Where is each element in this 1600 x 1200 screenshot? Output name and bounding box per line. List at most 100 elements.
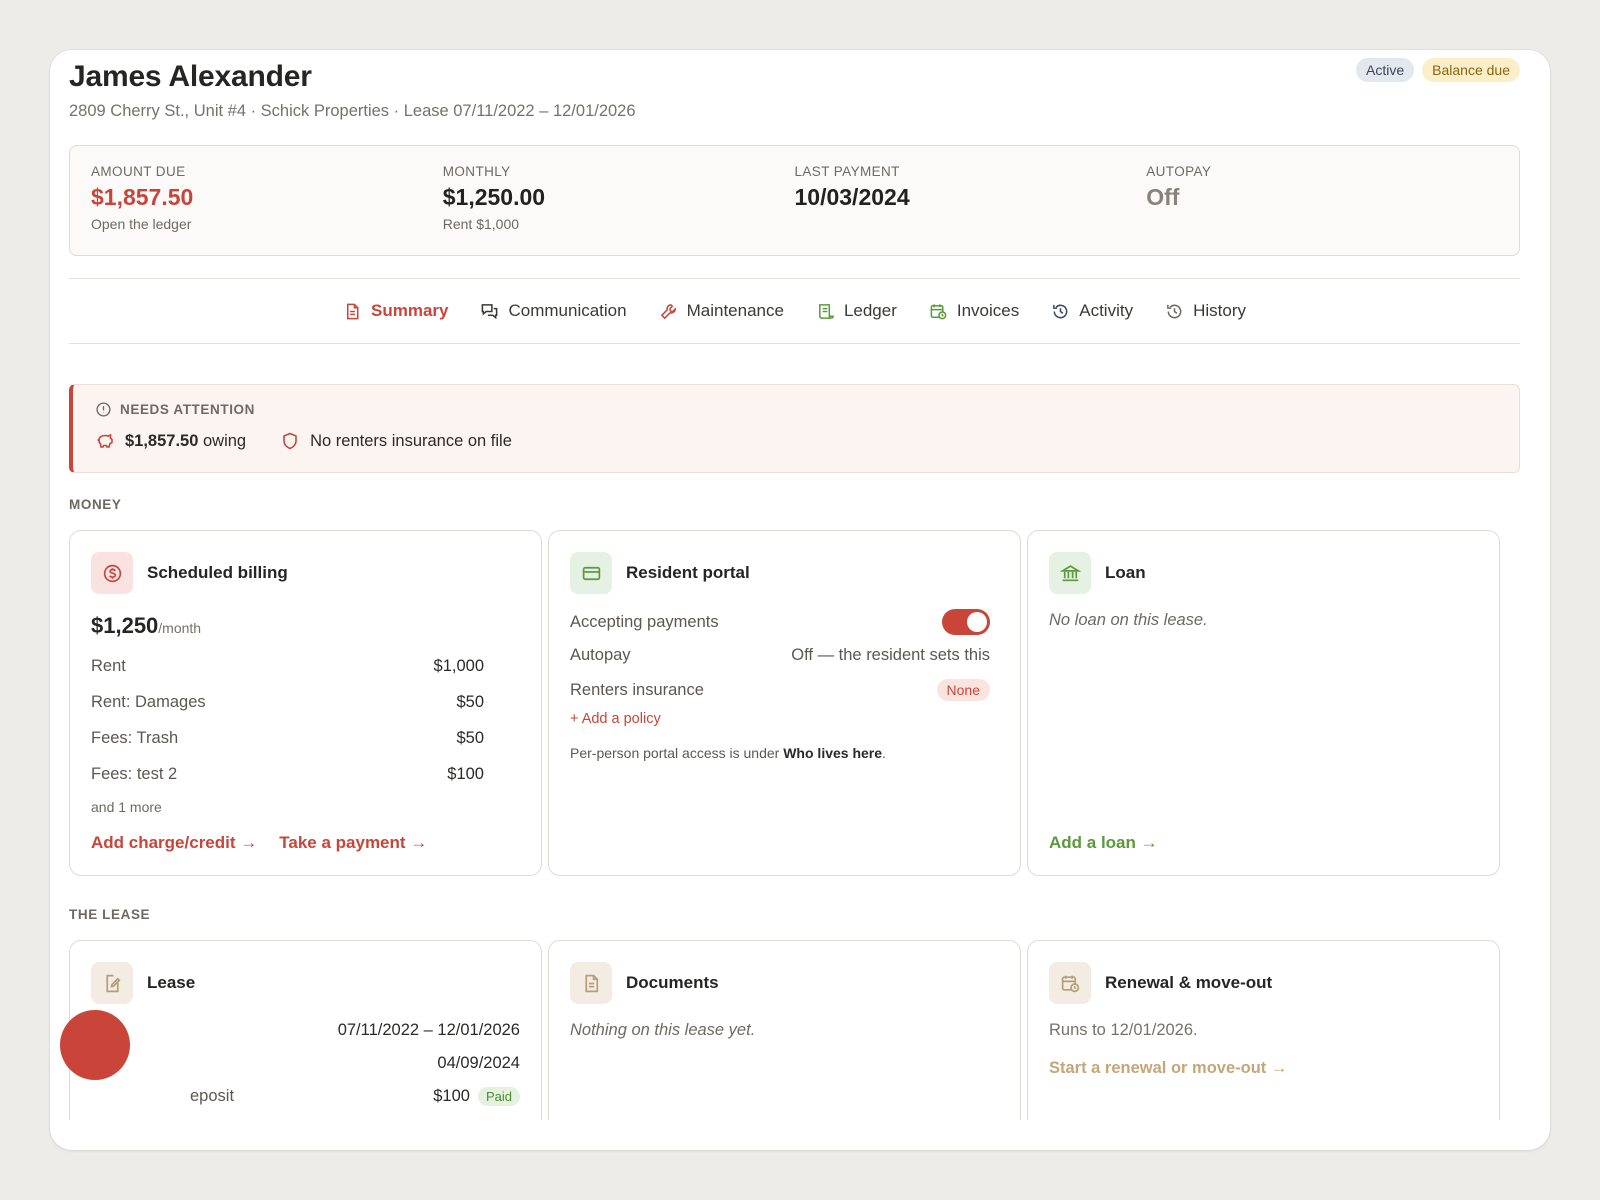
stat-label: MONTHLY xyxy=(442,164,511,179)
stat-amount-due[interactable]: AMOUNT DUE $1,857.50 Open the ledger xyxy=(91,164,443,255)
card-title: Resident portal xyxy=(626,563,750,582)
credit-card-icon xyxy=(570,552,612,594)
tab-communication[interactable]: Communication xyxy=(480,301,627,321)
card-title: Loan xyxy=(1105,563,1146,582)
line-label: Rent: Damages xyxy=(91,693,206,711)
tab-label: Summary xyxy=(371,301,449,320)
chat-icon xyxy=(482,303,498,319)
tab-maintenance[interactable]: Maintenance xyxy=(659,301,784,321)
add-loan-link[interactable]: Add a loan → xyxy=(1049,833,1158,853)
document-icon xyxy=(346,303,359,319)
card-header: Documents xyxy=(570,962,719,1004)
owing-suffix: owing xyxy=(203,431,247,450)
documents-empty-text: Nothing on this lease yet. xyxy=(570,1021,756,1039)
take-payment-link[interactable]: Take a payment → xyxy=(279,833,427,853)
open-ledger-link[interactable]: Open the ledger xyxy=(91,216,443,232)
stat-monthly: MONTHLY $1,250.00 Rent $1,000 xyxy=(443,164,795,255)
tab-label: History xyxy=(1193,301,1246,320)
billing-line: Rent: Damages $50 xyxy=(91,693,484,729)
tenant-window: James Alexander 2809 Cherry St., Unit #4… xyxy=(50,50,1550,1150)
tenant-name: James Alexander xyxy=(69,60,312,93)
tab-ledger[interactable]: Ledger xyxy=(816,301,897,321)
insurance-row: Renters insurance None xyxy=(570,679,990,701)
shield-icon xyxy=(283,432,297,450)
runs-to-text: Runs to 12/01/2026. xyxy=(1049,1021,1198,1039)
wrench-icon xyxy=(660,303,676,319)
history-icon xyxy=(1053,304,1068,318)
card-header: Lease xyxy=(91,962,195,1004)
tab-summary[interactable]: Summary xyxy=(343,301,448,321)
stat-label: LAST PAYMENT xyxy=(794,164,900,179)
note-suffix: . xyxy=(882,745,886,761)
line-amount: $100 xyxy=(447,765,484,783)
line-amount: $50 xyxy=(456,693,484,711)
deposit-label: eposit xyxy=(190,1087,235,1105)
accepting-payments-toggle[interactable] xyxy=(942,609,990,635)
deposit-row: $100 Paid xyxy=(433,1087,520,1106)
tab-history[interactable]: History xyxy=(1165,301,1246,321)
attention-heading: NEEDS ATTENTION xyxy=(95,401,1519,418)
tab-label: Ledger xyxy=(843,301,897,320)
tab-label: Communication xyxy=(508,301,627,320)
stat-value: $1,857.50 xyxy=(91,184,194,210)
card-header: Scheduled billing xyxy=(91,552,288,594)
renewal-card: Renewal & move-out Runs to 12/01/2026. S… xyxy=(1027,940,1500,1120)
lease-term: 07/11/2022 – 12/01/2026 xyxy=(337,1021,520,1039)
documents-card: Documents Nothing on this lease yet. xyxy=(548,940,1021,1120)
stat-value: Off xyxy=(1146,184,1180,210)
stat-last-payment: LAST PAYMENT 10/03/2024 xyxy=(795,164,1147,255)
section-money: MONEY xyxy=(69,497,122,512)
add-policy-link[interactable]: + Add a policy xyxy=(570,711,661,727)
billing-line: Fees: Trash $50 xyxy=(91,729,484,765)
card-title: Lease xyxy=(147,973,196,992)
section-lease: THE LEASE xyxy=(69,907,151,922)
billing-actions: Add charge/credit → Take a payment → xyxy=(91,833,427,853)
billing-line: Rent $1,000 xyxy=(91,657,484,693)
floating-action-button[interactable] xyxy=(60,1010,130,1080)
alert-circle-icon xyxy=(96,402,111,417)
stat-value: 10/03/2024 xyxy=(794,184,910,210)
stat-value: $1,250.00 xyxy=(442,184,546,210)
document-icon xyxy=(570,962,612,1004)
line-amount: $50 xyxy=(456,729,484,747)
line-label: Fees: Trash xyxy=(91,729,179,747)
tab-activity[interactable]: Activity xyxy=(1051,301,1133,321)
billing-total-amount: $1,250 xyxy=(91,613,159,638)
stat-autopay: AUTOPAY Off xyxy=(1146,164,1498,255)
autopay-label: Autopay xyxy=(570,646,631,664)
stats-panel: AMOUNT DUE $1,857.50 Open the ledger MON… xyxy=(69,145,1520,256)
stat-label: AUTOPAY xyxy=(1146,164,1212,179)
card-title: Renewal & move-out xyxy=(1105,973,1273,992)
insurance-item[interactable]: No renters insurance on file xyxy=(280,431,512,451)
tab-invoices[interactable]: Invoices xyxy=(929,301,1019,321)
calendar-clock-icon xyxy=(930,303,947,319)
autopay-row: Autopay Off — the resident sets this xyxy=(570,646,990,665)
deposit-amount: $100 xyxy=(433,1087,470,1105)
accepting-payments-row: Accepting payments xyxy=(570,609,990,635)
needs-attention-banner: NEEDS ATTENTION $1,857.50 owing No rente… xyxy=(69,384,1520,473)
add-charge-link[interactable]: Add charge/credit → xyxy=(91,833,257,853)
scheduled-billing-card: Scheduled billing $1,250/month Rent $1,00… xyxy=(69,530,542,876)
active-badge: Active xyxy=(1356,58,1415,82)
billing-lines: Rent $1,000 Rent: Damages $50 Fees: Trash $… xyxy=(91,657,484,801)
tab-label: Invoices xyxy=(956,301,1020,320)
loan-card: Loan No loan on this lease. Add a loan → xyxy=(1027,530,1500,876)
piggy-bank-icon xyxy=(97,433,113,448)
stat-label: AMOUNT DUE xyxy=(91,164,186,179)
line-label: Rent xyxy=(91,657,126,675)
owing-item[interactable]: $1,857.50 owing xyxy=(95,431,246,451)
paid-badge: Paid xyxy=(477,1087,520,1106)
billing-total: $1,250/month xyxy=(91,613,201,639)
who-lives-here-link[interactable]: Who lives here xyxy=(783,745,882,761)
owing-amount: $1,857.50 xyxy=(125,431,199,450)
insurance-text: No renters insurance on file xyxy=(310,431,512,450)
resident-portal-card: Resident portal Accepting payments Autop… xyxy=(548,530,1021,876)
scroll-area[interactable]: James Alexander 2809 Cherry St., Unit #4… xyxy=(50,50,1550,1120)
insurance-label: Renters insurance xyxy=(570,680,704,699)
line-label: Fees: test 2 xyxy=(91,765,178,783)
start-renewal-link[interactable]: Start a renewal or move-out → xyxy=(1049,1059,1287,1078)
more-lines-link[interactable]: and 1 more xyxy=(91,799,162,815)
card-header: Loan xyxy=(1049,552,1146,594)
loan-empty-text: No loan on this lease. xyxy=(1049,611,1208,629)
billing-period: /month xyxy=(158,620,202,636)
